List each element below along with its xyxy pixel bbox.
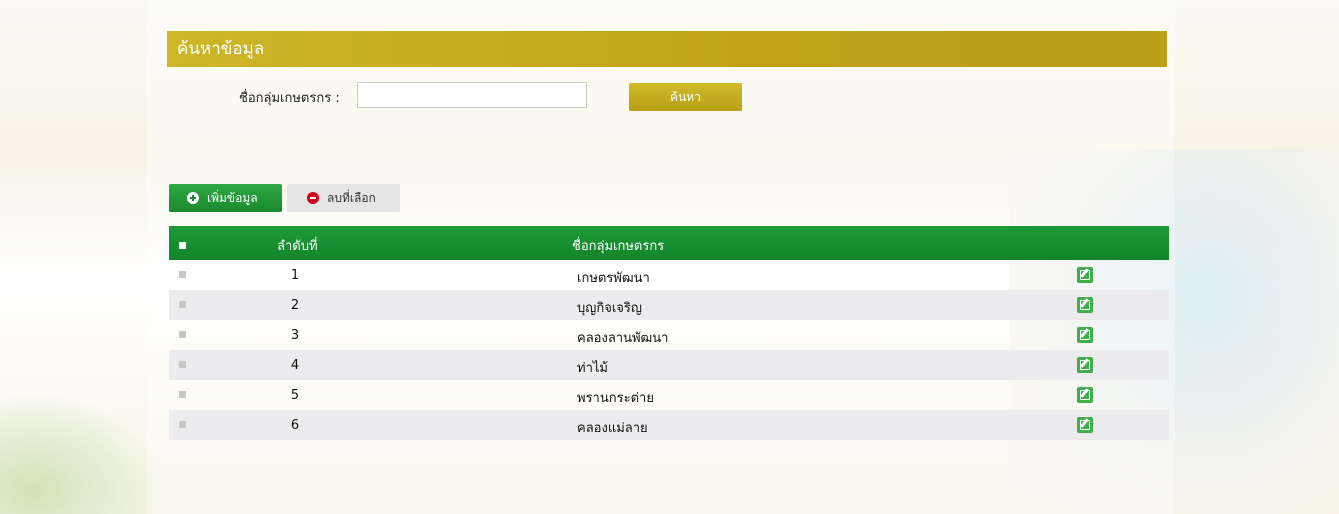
row-seq: 3	[290, 328, 300, 343]
row-seq: 4	[290, 358, 300, 373]
farmer-group-name-input[interactable]	[357, 82, 587, 108]
table-row: 3 คลองลานพัฒนา	[169, 320, 1169, 350]
table-row: 5 พรานกระต่าย	[169, 380, 1169, 410]
search-panel: ค้นหาข้อมูล ชื่อกลุ่มเกษตรกร : ค้นหา	[167, 31, 1167, 131]
table-row: 2 บุญกิจเจริญ	[169, 290, 1169, 320]
select-all-checkbox[interactable]	[179, 242, 186, 249]
row-name: พรานกระต่าย	[577, 391, 654, 406]
delete-selected-button[interactable]: ลบที่เลือก	[287, 184, 400, 212]
row-name: บุญกิจเจริญ	[577, 301, 642, 316]
add-data-button[interactable]: เพิ่มข้อมูล	[169, 184, 282, 212]
row-name: ท่าไม้	[577, 361, 608, 376]
edit-icon[interactable]	[1077, 357, 1093, 373]
row-seq: 5	[290, 388, 300, 403]
table-row: 1 เกษตรพัฒนา	[169, 260, 1169, 290]
row-name: เกษตรพัฒนา	[577, 271, 650, 286]
edit-icon[interactable]	[1077, 297, 1093, 313]
row-checkbox[interactable]	[179, 361, 186, 368]
row-checkbox[interactable]	[179, 331, 186, 338]
edit-icon[interactable]	[1077, 327, 1093, 343]
edit-icon[interactable]	[1077, 387, 1093, 403]
column-header-seq: ลำดับที่	[277, 239, 318, 254]
background-leaf-decoration	[0, 394, 170, 514]
minus-circle-icon	[307, 191, 319, 204]
column-header-name: ชื่อกลุ่มเกษตรกร	[572, 239, 665, 254]
search-panel-title: ค้นหาข้อมูล	[167, 31, 1167, 67]
table-header: ลำดับที่ ชื่อกลุ่มเกษตรกร	[169, 226, 1169, 260]
farmer-group-name-label: ชื่อกลุ่มเกษตรกร :	[239, 91, 340, 106]
plus-circle-icon	[187, 191, 199, 204]
table-row: 4 ท่าไม้	[169, 350, 1169, 380]
row-checkbox[interactable]	[179, 391, 186, 398]
edit-icon[interactable]	[1077, 267, 1093, 283]
row-checkbox[interactable]	[179, 421, 186, 428]
row-name: คลองแม่ลาย	[577, 421, 648, 436]
search-button[interactable]: ค้นหา	[629, 83, 742, 111]
row-seq: 6	[290, 418, 300, 433]
search-row: ชื่อกลุ่มเกษตรกร : ค้นหา	[167, 67, 1167, 131]
row-name: คลองลานพัฒนา	[577, 331, 669, 346]
row-seq: 2	[290, 298, 300, 313]
farmer-group-table: ลำดับที่ ชื่อกลุ่มเกษตรกร 1 เกษตรพัฒนา 2…	[169, 226, 1169, 440]
edit-icon[interactable]	[1077, 417, 1093, 433]
delete-selected-button-label: ลบที่เลือก	[327, 191, 376, 205]
table-row: 6 คลองแม่ลาย	[169, 410, 1169, 440]
add-data-button-label: เพิ่มข้อมูล	[207, 191, 258, 205]
row-seq: 1	[290, 268, 300, 283]
row-checkbox[interactable]	[179, 301, 186, 308]
row-checkbox[interactable]	[179, 271, 186, 278]
